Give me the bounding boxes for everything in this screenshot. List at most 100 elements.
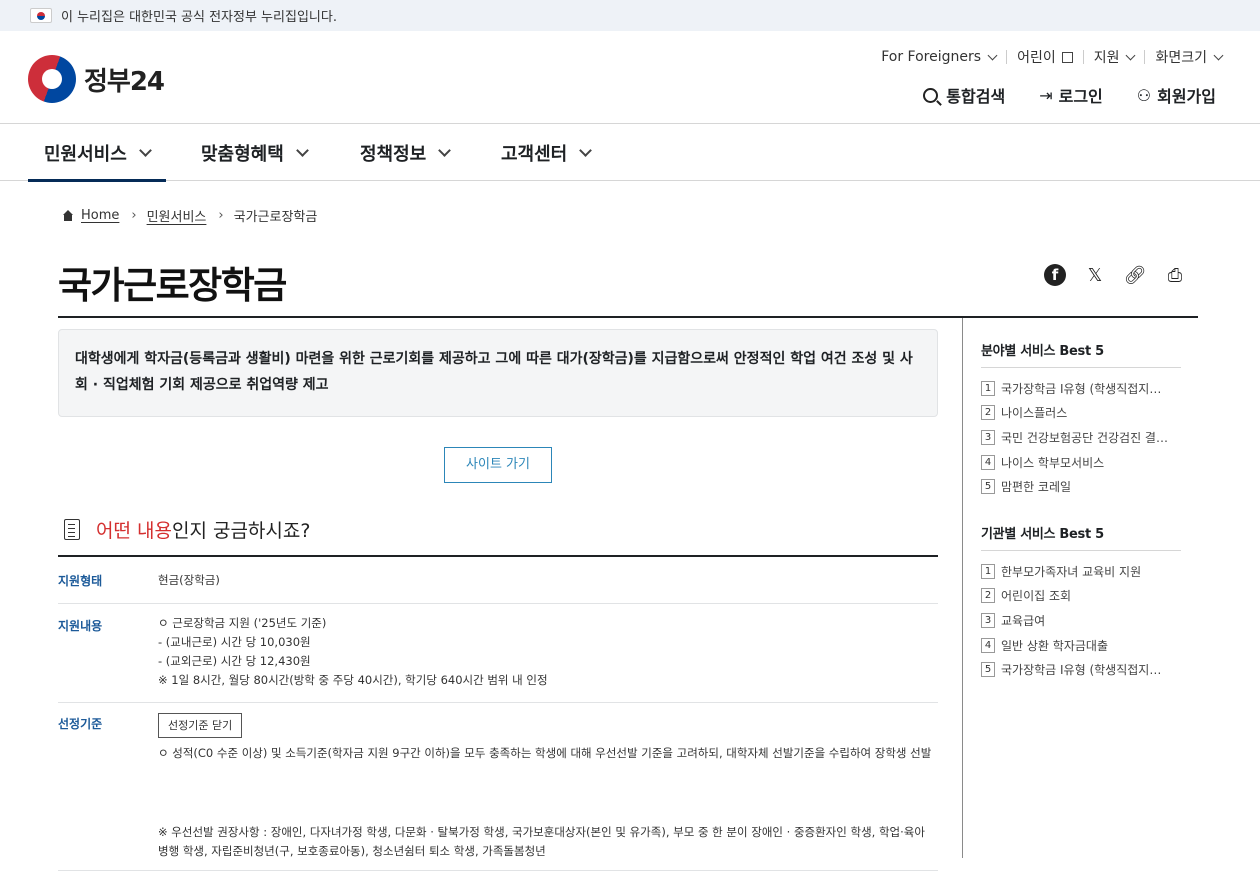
agency-best-title: 기관별 서비스 Best 5 [981,523,1181,551]
list-item[interactable]: 3 교육급여 [981,608,1181,633]
list-item[interactable]: 1 국가장학금 Ⅰ유형 (학생직접지… [981,376,1181,401]
field-best-list: 1 국가장학금 Ⅰ유형 (학생직접지… 2 나이스플러스 3 국민 건강보험공단 건강… [981,376,1181,499]
rank-badge: 4 [981,454,995,470]
list-item[interactable]: 4 나이스 학부모서비스 [981,450,1181,475]
nav-customer-center[interactable]: 고객센터 [501,124,593,181]
gov-banner: 이 누리집은 대한민국 공식 전자정부 누리집입니다. [0,0,1260,31]
detail-row-selection-criteria: 선정기준 선정기준 닫기 ㅇ 성적(C0 수준 이상) 및 소득기준(학자금 지… [58,703,938,871]
section-heading: 어떤 내용 인지 궁금하시죠? [58,511,938,547]
detail-line: ㅇ 성적(C0 수준 이상) 및 소득기준(학자금 지원 9구간 이하)을 모두… [158,746,932,760]
nav-label: 고객센터 [501,143,568,165]
gov-banner-text: 이 누리집은 대한민국 공식 전자정부 누리집입니다. [61,10,337,25]
sidebar-divider [962,318,963,858]
detail-label: 지원내용 [58,619,103,633]
list-item-label: 어린이집 조회 [1001,589,1072,604]
x-icon[interactable]: 𝕏 [1084,264,1106,286]
rank-badge: 5 [981,479,995,495]
rank-badge: 1 [981,380,995,396]
kids-link[interactable]: 어린이 [1007,47,1083,67]
sidebar: 분야별 서비스 Best 5 1 국가장학금 Ⅰ유형 (학생직접지… 2 나이스플러… [981,340,1181,682]
agency-best-block: 기관별 서비스 Best 5 1 한부모가족자녀 교육비 지원 2 어린이집 조회 … [981,523,1181,682]
login-label: 로그인 [1058,87,1103,106]
add-user-icon: ⚇ [1136,85,1152,105]
nav-label: 민원서비스 [44,143,127,165]
login-icon: ⇥ [1039,85,1053,105]
detail-label: 선정기준 [58,717,103,731]
list-item-label: 교육급여 [1001,613,1046,628]
breadcrumb-separator: › [218,208,224,223]
chevron-down-icon [295,144,309,157]
rank-badge: 3 [981,429,995,445]
detail-line: ※ 1일 8시간, 월당 80시간(방학 중 주당 40시간), 학기당 640… [158,673,548,687]
search-icon [923,87,939,103]
list-item-label: 맘편한 코레일 [1001,480,1072,495]
breadcrumb-civil-services[interactable]: 민원서비스 [147,206,207,225]
rank-badge: 5 [981,662,995,678]
detail-row-support-content: 지원내용 ㅇ 근로장학금 지원 ('25년도 기준) - (교내근로) 시간 당… [58,604,938,703]
section-title-highlight: 어떤 내용 [96,519,172,542]
nav-policy-info[interactable]: 정책정보 [360,124,452,181]
agency-best-list: 1 한부모가족자녀 교육비 지원 2 어린이집 조회 3 교육급여 4 일반 상환 학자… [981,559,1181,682]
list-item-label: 한부모가족자녀 교육비 지원 [1001,564,1142,579]
utility-links: For Foreigners 어린이 지원 화면크기 [871,47,1232,67]
nav-label: 맞춤형혜택 [201,143,284,165]
signup-button[interactable]: ⚇ 회원가입 [1137,83,1216,107]
taegeuk-logo-icon [28,55,76,103]
nav-custom-benefits[interactable]: 맞춤형혜택 [201,124,309,181]
logo-text: 정부24 [84,66,165,97]
site-header: 정부24 For Foreigners 어린이 지원 화면크기 통합검색 ⇥ 로그… [0,31,1260,124]
chevron-down-icon [579,144,593,157]
detail-note: ※ 우선선발 권장사항 : 장애인, 다자녀가정 학생, 다문화 · 탈북가정 … [158,825,925,858]
chevron-down-icon [1213,50,1224,60]
chevron-down-icon [987,50,998,60]
signup-label: 회원가입 [1157,87,1216,106]
rank-badge: 1 [981,563,995,579]
rank-badge: 2 [981,405,995,421]
breadcrumb: Home › 민원서비스 › 국가근로장학금 [62,206,317,225]
breadcrumb-separator: › [131,208,137,223]
field-best-title: 분야별 서비스 Best 5 [981,340,1181,368]
external-link-icon [1061,51,1073,63]
list-item[interactable]: 1 한부모가족자녀 교육비 지원 [981,559,1181,584]
visit-site-button[interactable]: 사이트 가기 [444,447,552,483]
share-tools: f 𝕏 🔗︎ ⎙ [1044,264,1186,286]
list-item[interactable]: 2 나이스플러스 [981,401,1181,426]
support-menu[interactable]: 지원 [1084,47,1145,67]
list-item[interactable]: 3 국민 건강보험공단 건강검진 결… [981,425,1181,450]
facebook-icon[interactable]: f [1044,264,1066,286]
home-icon [62,210,74,221]
for-foreigners-link[interactable]: For Foreigners [871,49,1006,65]
breadcrumb-home[interactable]: Home [81,208,119,223]
list-item[interactable]: 2 어린이집 조회 [981,584,1181,609]
site-logo[interactable]: 정부24 [28,55,165,103]
list-item-label: 일반 상환 학자금대출 [1001,638,1108,653]
rank-badge: 3 [981,612,995,628]
rank-badge: 4 [981,637,995,653]
list-item-label: 국가장학금 Ⅰ유형 (학생직접지… [1001,663,1162,678]
main-content: 대학생에게 학자금(등록금과 생활비) 마련을 위한 근로기회를 제공하고 그에… [58,318,938,871]
rank-badge: 2 [981,588,995,604]
list-item[interactable]: 4 일반 상환 학자금대출 [981,633,1181,658]
breadcrumb-current: 국가근로장학금 [233,210,318,225]
list-item-label: 나이스플러스 [1001,406,1068,421]
detail-value: 선정기준 닫기 ㅇ 성적(C0 수준 이상) 및 소득기준(학자금 지원 9구간… [158,703,938,870]
list-item-label: 국민 건강보험공단 건강검진 결… [1001,430,1168,445]
chevron-down-icon [438,144,452,157]
account-links: 통합검색 ⇥ 로그인 ⚇ 회원가입 [889,83,1216,107]
list-item[interactable]: 5 맘편한 코레일 [981,474,1181,499]
login-button[interactable]: ⇥ 로그인 [1039,83,1103,107]
link-icon[interactable]: 🔗︎ [1124,264,1147,286]
chevron-down-icon [138,144,152,157]
integrated-search-button[interactable]: 통합검색 [923,83,1005,107]
main-navigation: 민원서비스 맞춤형혜택 정책정보 고객센터 [0,124,1260,182]
chevron-down-icon [1126,50,1136,60]
detail-line: - (교외근로) 시간 당 12,430원 [158,654,311,668]
for-foreigners-label: For Foreigners [881,49,982,65]
detail-label: 지원형태 [58,574,103,588]
nav-civil-services[interactable]: 민원서비스 [28,124,166,182]
list-item[interactable]: 5 국가장학금 Ⅰ유형 (학생직접지… [981,657,1181,682]
print-icon[interactable]: ⎙ [1164,264,1186,286]
collapse-criteria-button[interactable]: 선정기준 닫기 [158,713,243,738]
detail-value: ㅇ 근로장학금 지원 ('25년도 기준) - (교내근로) 시간 당 10,0… [158,604,938,702]
screen-size-menu[interactable]: 화면크기 [1145,47,1232,67]
